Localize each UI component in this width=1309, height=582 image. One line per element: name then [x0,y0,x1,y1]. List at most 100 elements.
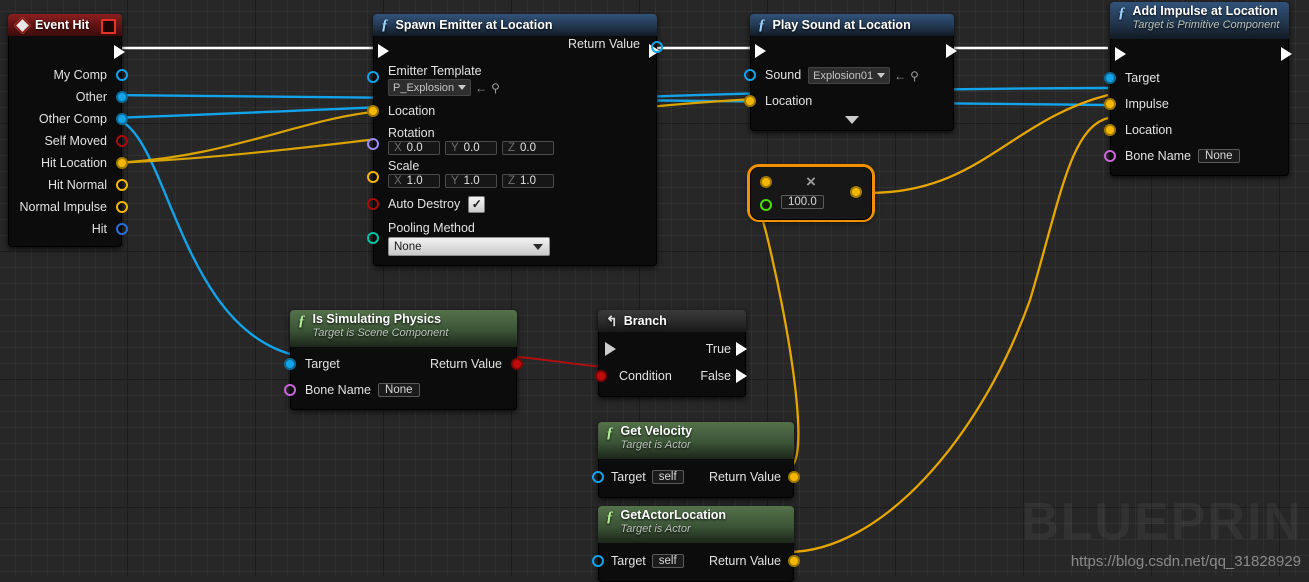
pooling-method-dropdown[interactable]: None [388,237,550,256]
vector-pin-input-a[interactable] [760,176,772,188]
name-pin-bone-name[interactable] [284,384,296,396]
asset-dropdown[interactable]: P_Explosion [388,79,472,96]
pin-row-hit-normal[interactable]: Hit Normal [9,174,128,196]
scale-vector-fields[interactable]: X 1.0 Y 1.0 Z 1.0 [388,174,554,188]
pin-row-bone-name[interactable]: Bone Name None [1104,143,1288,169]
node-multiply[interactable]: × 100.0 [750,167,872,220]
pin-row-rotation[interactable]: Rotation X 0.0 Y 0.0 Z 0.0 [367,124,656,157]
pin-row-normal-impulse[interactable]: Normal Impulse [9,196,128,218]
auto-destroy-checkbox[interactable]: ✓ [468,195,486,213]
pin-row-target[interactable]: Target Return Value [284,351,523,377]
asset-dropdown[interactable]: Explosion01 [808,67,891,84]
browse-asset-icon[interactable]: ⚲ [910,69,919,83]
object-pin-sound[interactable] [744,69,756,81]
pin-row-location[interactable]: Location [744,88,953,114]
enum-pin-pooling-method[interactable] [367,232,379,244]
exec-out-pin[interactable] [1281,47,1292,61]
pin-row-condition-false[interactable]: Condition False [595,362,747,390]
blueprint-graph-canvas[interactable]: Event Hit My Comp Other Other Comp Self … [0,0,1309,582]
vector-pin-location[interactable] [744,95,756,107]
vector-pin-normal-impulse[interactable] [116,201,128,213]
chevron-down-icon[interactable] [877,73,886,78]
rotation-vector-fields[interactable]: X 0.0 Y 0.0 Z 0.0 [388,141,554,155]
pin-row-hit[interactable]: Hit [9,218,128,240]
asset-picker-sound[interactable]: Explosion01 ← ⚲ [808,67,919,84]
vector-pin-hit-location[interactable] [116,157,128,169]
pin-row-target[interactable]: Target self Return Value [592,463,800,491]
name-pin-bone-name[interactable] [1104,150,1116,162]
pin-row-bone-name[interactable]: Bone Name None [284,377,516,403]
object-pin-emitter-template[interactable] [367,71,379,83]
target-self-field[interactable]: self [651,470,684,484]
pin-row-exec[interactable] [751,40,957,62]
boolean-pin-condition[interactable] [595,370,607,382]
chevron-down-icon[interactable] [458,85,467,90]
pin-row-other-comp[interactable]: Other Comp [9,108,128,130]
bone-name-field[interactable]: None [1198,149,1240,163]
node-spawn-emitter-at-location[interactable]: ƒ Spawn Emitter at Location Emitter Temp… [367,14,663,266]
struct-pin-hit[interactable] [116,223,128,235]
asset-picker-emitter-template[interactable]: P_Explosion ← ⚲ [388,79,500,96]
exec-out-pin[interactable] [114,45,125,59]
chevron-down-icon[interactable] [533,243,543,250]
node-get-velocity[interactable]: ƒ Get Velocity Target is Actor Target se… [592,422,800,498]
object-pin-target[interactable] [592,471,604,483]
object-pin-target[interactable] [284,358,296,370]
browse-asset-icon[interactable]: ⚲ [491,81,500,95]
target-self-field[interactable]: self [651,554,684,568]
pin-row-target[interactable]: Target self Return Value [592,547,800,575]
pin-row-location[interactable]: Location [367,98,656,124]
pin-row-exec-true[interactable]: True [599,336,747,362]
exec-in-pin[interactable] [1115,47,1126,61]
pin-row-pooling-method[interactable]: Pooling Method None [367,218,656,259]
vector-pin-hit-normal[interactable] [116,179,128,191]
exec-out-pin-true[interactable] [736,342,747,356]
node-event-hit[interactable]: Event Hit My Comp Other Other Comp Self … [8,14,128,247]
boolean-pin-return-value[interactable] [511,358,523,370]
vector-pin-return-value[interactable] [788,471,800,483]
multiply-value-field[interactable]: 100.0 [781,195,824,209]
node-play-sound-at-location[interactable]: ƒ Play Sound at Location Sound Explosion… [744,14,957,131]
rotation-y-field[interactable]: Y 0.0 [445,141,497,155]
pin-row-hit-location[interactable]: Hit Location [9,152,128,174]
expand-arrow-icon[interactable] [845,116,859,124]
pin-row-location[interactable]: Location [1104,117,1288,143]
pin-row-self-moved[interactable]: Self Moved [9,130,128,152]
exec-in-pin[interactable] [378,44,389,58]
use-selected-asset-icon[interactable]: ← [475,81,487,95]
pin-row-exec[interactable] [1111,43,1292,65]
vector-pin-scale[interactable] [367,171,379,183]
vector-pin-location[interactable] [367,105,379,117]
pin-row-emitter-template[interactable]: Emitter Template P_Explosion ← ⚲ Return … [367,37,663,98]
node-add-impulse-at-location[interactable]: ƒ Add Impulse at Location Target is Prim… [1104,2,1292,176]
object-pin-target[interactable] [592,555,604,567]
vector-pin-output[interactable] [850,186,862,198]
vector-pin-location[interactable] [1104,124,1116,136]
scale-z-field[interactable]: Z 1.0 [502,174,554,188]
exec-in-pin[interactable] [755,44,766,58]
object-pin-return-value[interactable] [651,41,663,53]
node-is-simulating-physics[interactable]: ƒ Is Simulating Physics Target is Scene … [284,310,523,410]
object-pin-my-comp[interactable] [116,69,128,81]
use-selected-asset-icon[interactable]: ← [894,69,906,83]
scale-x-field[interactable]: X 1.0 [388,174,440,188]
vector-pin-return-value[interactable] [788,555,800,567]
pin-row-other[interactable]: Other [9,86,128,108]
pin-row-sound[interactable]: Sound Explosion01 ← ⚲ [744,62,953,88]
object-pin-other-comp[interactable] [116,113,128,125]
exec-out-pin-false[interactable] [736,369,747,383]
rotation-x-field[interactable]: X 0.0 [388,141,440,155]
exec-out-pin[interactable] [946,44,957,58]
bone-name-field[interactable]: None [378,383,420,397]
pin-row-target[interactable]: Target [1104,65,1288,91]
red-square-icon[interactable] [101,19,116,34]
pin-row-auto-destroy[interactable]: Auto Destroy ✓ [367,190,656,218]
node-get-actor-location[interactable]: ƒ GetActorLocation Target is Actor Targe… [592,506,800,582]
object-pin-target[interactable] [1104,72,1116,84]
rotator-pin-rotation[interactable] [367,138,379,150]
pin-row-my-comp[interactable]: My Comp [9,64,128,86]
pin-row-impulse[interactable]: Impulse [1104,91,1288,117]
pin-row-exec-out[interactable] [9,40,125,64]
float-pin-input-b[interactable] [760,199,772,211]
node-branch[interactable]: ↰ Branch True Condition False [595,310,747,397]
